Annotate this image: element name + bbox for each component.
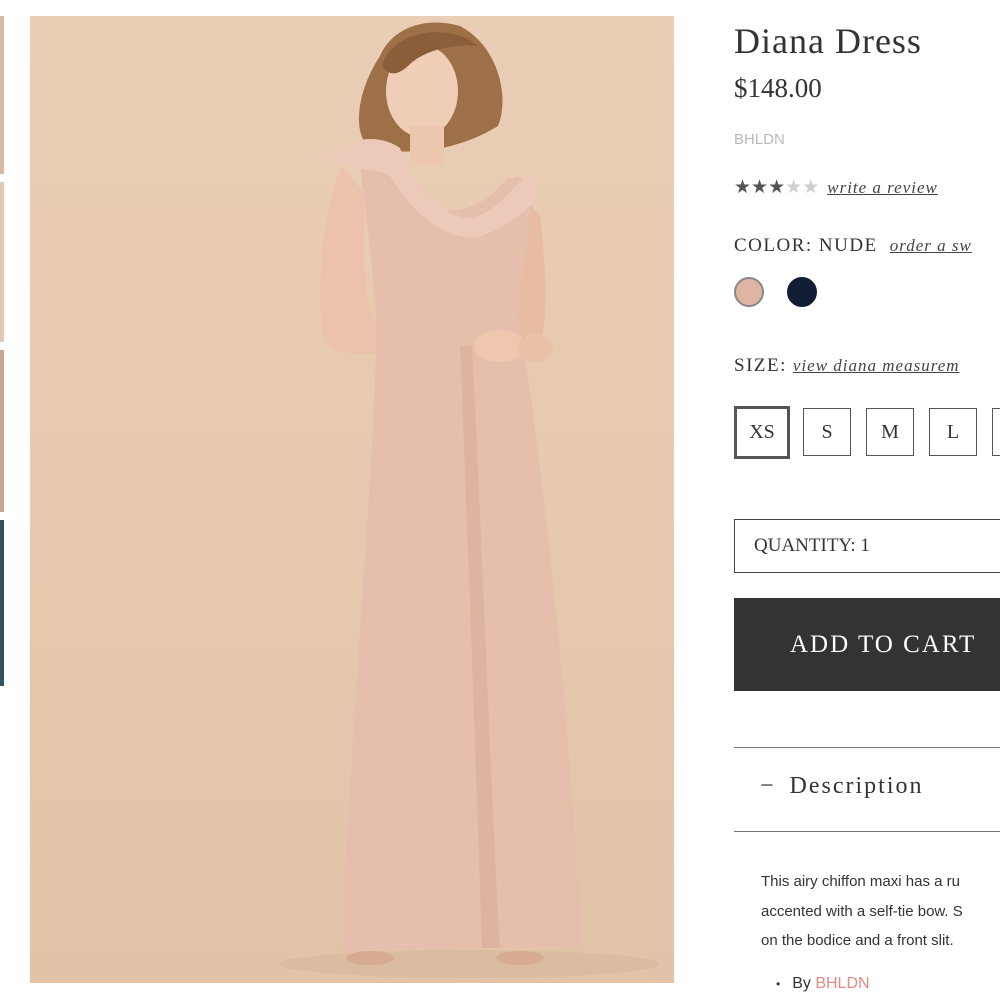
model-illustration	[280, 22, 660, 978]
description-heading: Description	[789, 773, 924, 799]
color-label: COLOR: NUDE	[734, 235, 878, 256]
description-toggle[interactable]: − Description	[760, 773, 924, 800]
by-brand-link[interactable]: BHLDN	[815, 975, 869, 992]
add-to-cart-label: ADD TO CART	[790, 630, 977, 658]
size-option-xs[interactable]: XS	[734, 406, 790, 459]
thumbnail-strip	[0, 16, 4, 686]
thumbnail-4[interactable]	[0, 520, 4, 686]
divider	[734, 831, 1000, 832]
star-empty-icon: ★	[802, 176, 820, 198]
color-swatch-nude[interactable]	[734, 277, 764, 307]
size-option-s[interactable]: S	[803, 408, 851, 456]
product-rating: ★★★★★ write a review	[734, 176, 938, 199]
description-text: This airy chiffon maxi has a ru accented…	[761, 867, 963, 956]
divider	[734, 747, 1000, 748]
size-label: SIZE:	[734, 355, 787, 376]
thumbnail-2[interactable]	[0, 182, 4, 342]
description-line: on the bodice and a front slit.	[761, 932, 954, 949]
size-option-m[interactable]: M	[866, 408, 914, 456]
size-option-more[interactable]	[992, 408, 1000, 456]
minus-icon: −	[760, 773, 776, 799]
star-filled-icon: ★	[768, 176, 786, 198]
bullet-icon: •	[776, 977, 781, 991]
thumbnail-1[interactable]	[0, 16, 4, 174]
color-swatch-navy[interactable]	[787, 277, 817, 307]
description-line: accented with a self-tie bow. S	[761, 902, 963, 920]
quantity-label: QUANTITY: 1	[754, 535, 870, 556]
product-brand[interactable]: BHLDN	[734, 131, 785, 148]
order-swatch-link[interactable]: order a sw	[890, 236, 972, 255]
by-brand-item: • By BHLDN	[776, 975, 870, 993]
star-empty-icon: ★	[785, 176, 803, 198]
product-title: Diana Dress	[734, 21, 922, 61]
star-filled-icon: ★	[751, 176, 769, 198]
size-option-l[interactable]: L	[929, 408, 977, 456]
product-price: $148.00	[734, 73, 822, 103]
description-line: This airy chiffon maxi has a ru	[761, 873, 960, 890]
color-row: COLOR: NUDE order a sw	[734, 235, 972, 257]
add-to-cart-button[interactable]: ADD TO CART	[734, 598, 1000, 691]
quantity-select[interactable]: QUANTITY: 1	[734, 519, 1000, 573]
thumbnail-3[interactable]	[0, 350, 4, 512]
size-row: SIZE: view diana measurem	[734, 355, 960, 377]
star-filled-icon: ★	[734, 176, 752, 198]
product-main-image[interactable]	[30, 16, 674, 983]
write-review-link[interactable]: write a review	[827, 178, 938, 197]
by-prefix: By	[792, 975, 811, 992]
size-measurements-link[interactable]: view diana measurem	[793, 356, 960, 375]
